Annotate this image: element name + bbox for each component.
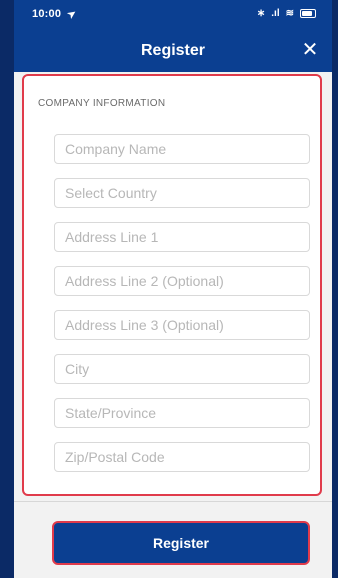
wifi-icon: ≋ bbox=[285, 8, 294, 19]
city-field[interactable] bbox=[54, 354, 310, 384]
app-container: 10:00 ➤ ∗ .ıl ≋ Register ✕ COMPANY INFOR… bbox=[14, 0, 332, 578]
state-province-input[interactable] bbox=[63, 404, 301, 422]
status-bar: 10:00 ➤ ∗ .ıl ≋ bbox=[14, 0, 332, 30]
address-line-2-input[interactable] bbox=[63, 272, 301, 290]
company-name-input[interactable] bbox=[63, 140, 301, 158]
app-screen: 10:00 ➤ ∗ .ıl ≋ Register ✕ COMPANY INFOR… bbox=[0, 0, 338, 578]
address-line-1-field[interactable] bbox=[54, 222, 310, 252]
city-input[interactable] bbox=[63, 360, 301, 378]
company-name-field[interactable] bbox=[54, 134, 310, 164]
register-button-label: Register bbox=[152, 535, 210, 551]
battery-icon bbox=[300, 9, 316, 18]
company-information-card: COMPANY INFORMATION bbox=[22, 74, 322, 496]
status-time: 10:00 ➤ bbox=[32, 7, 80, 22]
country-select-input[interactable] bbox=[63, 184, 301, 202]
bottom-divider bbox=[14, 501, 332, 502]
state-province-field[interactable] bbox=[54, 398, 310, 428]
address-line-3-field[interactable] bbox=[54, 310, 310, 340]
section-title: COMPANY INFORMATION bbox=[38, 98, 166, 109]
address-line-3-input[interactable] bbox=[63, 316, 301, 334]
location-icon: ➤ bbox=[66, 7, 80, 22]
zip-postal-code-input[interactable] bbox=[63, 448, 301, 466]
bluetooth-icon: ∗ bbox=[256, 8, 266, 19]
navigation-bar: Register ✕ bbox=[14, 30, 332, 72]
address-line-1-input[interactable] bbox=[63, 228, 301, 246]
left-edge bbox=[0, 0, 14, 578]
address-line-2-field[interactable] bbox=[54, 266, 310, 296]
page-title: Register bbox=[140, 42, 206, 59]
time-text: 10:00 bbox=[32, 8, 62, 20]
right-edge bbox=[332, 0, 338, 578]
country-select-field[interactable] bbox=[54, 178, 310, 208]
signal-icon: .ıl bbox=[271, 8, 280, 19]
status-icons: ∗ .ıl ≋ bbox=[257, 8, 316, 19]
zip-postal-code-field[interactable] bbox=[54, 442, 310, 472]
top-bar: 10:00 ➤ ∗ .ıl ≋ Register ✕ bbox=[14, 0, 332, 72]
close-icon[interactable]: ✕ bbox=[300, 40, 320, 60]
register-button[interactable]: Register bbox=[52, 521, 310, 565]
